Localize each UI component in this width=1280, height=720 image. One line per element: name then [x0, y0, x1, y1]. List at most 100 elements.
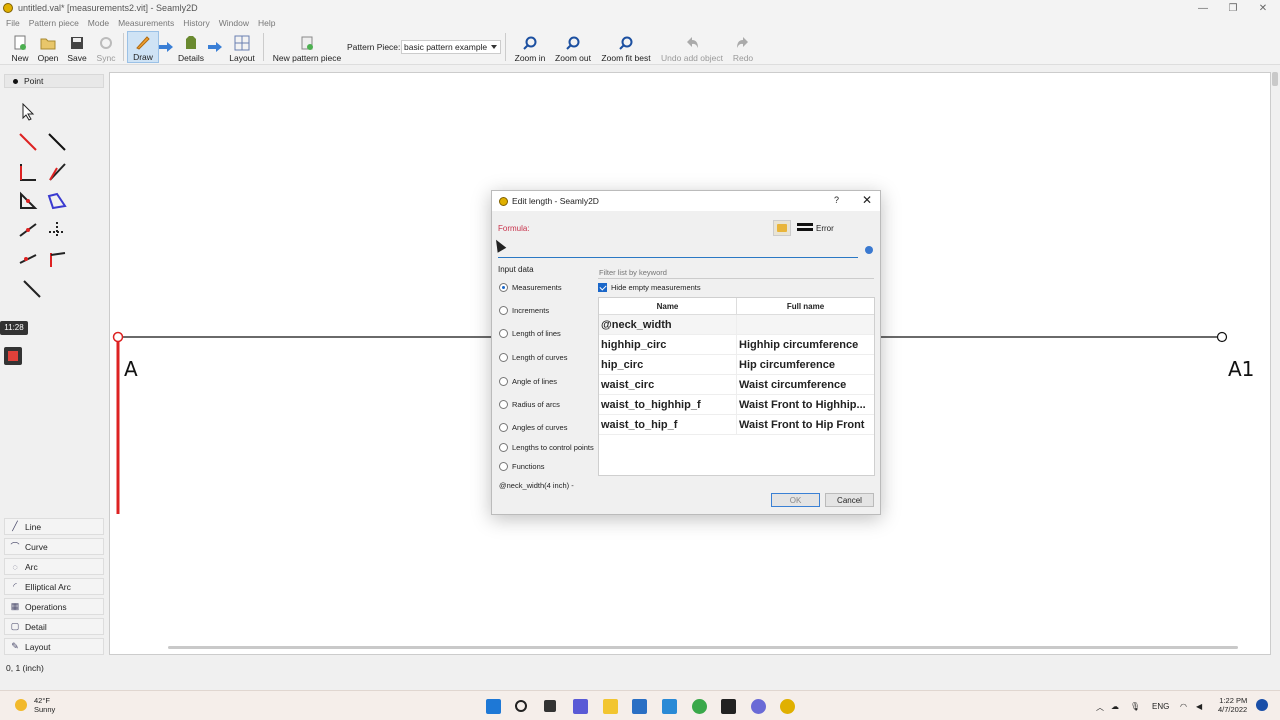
menu-measurements[interactable]: Measurements [118, 18, 174, 28]
file-explorer-icon[interactable] [603, 699, 618, 714]
menu-history[interactable]: History [183, 18, 209, 28]
table-row[interactable]: hip_circ Hip circumference [599, 355, 874, 375]
maximize-button[interactable]: ❐ [1216, 0, 1250, 16]
checkbox-checked-icon [598, 283, 607, 292]
microphone-icon[interactable]: 🎙 [1130, 702, 1140, 711]
zoom-fit-best-button[interactable]: Zoom fit best [599, 31, 653, 63]
radio-increments[interactable]: Increments [499, 306, 549, 315]
wifi-icon[interactable]: ◠ [1180, 702, 1187, 711]
filter-input[interactable] [598, 267, 874, 279]
category-elliptical-arc[interactable]: ◜ Elliptical Arc [4, 578, 104, 595]
radio-length-of-curves[interactable]: Length of curves [499, 353, 567, 362]
radio-radius-of-arcs[interactable]: Radius of arcs [499, 400, 560, 409]
menu-pattern-piece[interactable]: Pattern piece [29, 18, 79, 28]
onedrive-icon[interactable]: ☁ [1111, 702, 1119, 711]
new-pattern-piece-button[interactable]: New pattern piece [272, 31, 342, 63]
window-title: untitled.val* [measurements2.vit] - Seam… [18, 3, 198, 13]
language-indicator[interactable]: ENG [1152, 702, 1169, 711]
column-header-full-name[interactable]: Full name [737, 298, 874, 314]
redo-button[interactable]: Redo [729, 31, 757, 63]
search-icon[interactable] [515, 700, 527, 712]
weather-widget[interactable]: 42°F Sunny [34, 696, 55, 714]
sync-button[interactable]: Sync [94, 31, 118, 63]
seamly2d-taskbar-icon[interactable] [780, 699, 795, 714]
stop-recording-button[interactable] [4, 347, 22, 365]
new-button[interactable]: New [8, 31, 32, 63]
volume-icon[interactable]: ◀ [1196, 702, 1202, 711]
bisector-tool[interactable] [45, 160, 69, 184]
menu-help[interactable]: Help [258, 18, 275, 28]
line-point-tool[interactable] [16, 130, 40, 154]
triangle-tool[interactable] [16, 189, 40, 213]
formula-input[interactable] [498, 242, 858, 258]
radio-angles-of-curves[interactable]: Angles of curves [499, 423, 567, 432]
expand-formula-icon[interactable] [865, 246, 873, 254]
ok-button[interactable]: OK [771, 493, 820, 507]
chrome-icon[interactable] [692, 699, 707, 714]
details-mode-button[interactable]: Details [176, 31, 206, 63]
normal-tool[interactable] [16, 160, 40, 184]
zoom-in-button[interactable]: Zoom in [513, 31, 547, 63]
horizontal-scrollbar[interactable] [168, 646, 1238, 649]
operations-category-icon: ▦ [10, 601, 20, 611]
curve-category-icon: ⌒ [10, 542, 20, 552]
line-red-icon [19, 133, 37, 151]
intersect-tool[interactable] [16, 247, 40, 271]
column-header-name[interactable]: Name [599, 298, 737, 314]
table-row[interactable]: waist_circ Waist circumference [599, 375, 874, 395]
line-intersect-tool[interactable] [20, 277, 44, 301]
windows-start-icon[interactable] [486, 699, 501, 714]
point-a-label[interactable]: A [124, 357, 138, 381]
category-line[interactable]: ╱ Line [4, 518, 104, 535]
shoulder-point-tool[interactable] [45, 189, 69, 213]
pattern-piece-select[interactable]: basic pattern example [401, 40, 501, 54]
line-tool[interactable] [45, 130, 69, 154]
menu-file[interactable]: File [6, 18, 20, 28]
calculator-icon[interactable] [662, 699, 677, 714]
pointer-tool[interactable] [16, 100, 40, 124]
help-button[interactable]: ? [834, 195, 839, 205]
zoom-out-button[interactable]: Zoom out [553, 31, 593, 63]
category-arc[interactable]: ◌ Arc [4, 558, 104, 575]
category-curve[interactable]: ⌒ Curve [4, 538, 104, 555]
menu-window[interactable]: Window [219, 18, 249, 28]
draw-mode-button[interactable]: Draw [127, 31, 159, 63]
taskbar-clock[interactable]: 1:22 PM 4/7/2022 [1218, 696, 1247, 714]
camera-app-icon[interactable] [721, 699, 736, 714]
radio-functions[interactable]: Functions [499, 462, 545, 471]
cancel-button[interactable]: Cancel [825, 493, 874, 507]
store-icon[interactable] [632, 699, 647, 714]
dialog-close-button[interactable]: ✕ [862, 193, 872, 207]
save-button[interactable]: Save [65, 31, 89, 63]
teams-chat-icon[interactable] [573, 699, 588, 714]
close-window-button[interactable]: ✕ [1246, 0, 1280, 16]
category-detail[interactable]: ▢ Detail [4, 618, 104, 635]
axis-tool[interactable] [45, 247, 69, 271]
radio-length-of-lines[interactable]: Length of lines [499, 329, 561, 338]
task-view-icon[interactable] [544, 700, 556, 712]
notification-icon[interactable] [1256, 699, 1268, 711]
table-row[interactable]: highhip_circ Highhip circumference [599, 335, 874, 355]
show-hidden-icons-icon[interactable]: ︿ [1096, 702, 1104, 713]
minimize-button[interactable]: — [1186, 0, 1220, 16]
category-layout[interactable]: ✎ Layout [4, 638, 104, 655]
point-of-contact-tool[interactable] [16, 218, 40, 242]
radio-measurements[interactable]: Measurements [499, 283, 562, 292]
point-a1-label[interactable]: A1 [1228, 357, 1254, 381]
radio-lengths-to-control-points[interactable]: Lengths to control points [499, 443, 594, 452]
point-tools-header[interactable]: Point [4, 74, 104, 88]
radio-angle-of-lines[interactable]: Angle of lines [499, 377, 557, 386]
settings-gear-icon[interactable] [751, 699, 766, 714]
menu-mode[interactable]: Mode [88, 18, 109, 28]
table-row[interactable]: waist_to_highhip_f Waist Front to Highhi… [599, 395, 874, 415]
category-operations[interactable]: ▦ Operations [4, 598, 104, 615]
table-row[interactable]: waist_to_hip_f Waist Front to Hip Front [599, 415, 874, 435]
formula-wizard-button[interactable] [773, 220, 791, 236]
layout-mode-button[interactable]: Layout [227, 31, 257, 63]
vertical-scrollbar[interactable] [1272, 72, 1278, 86]
open-button[interactable]: Open [36, 31, 60, 63]
undo-button[interactable]: Undo add object [659, 31, 725, 63]
table-row[interactable]: @neck_width [599, 315, 874, 335]
hide-empty-checkbox[interactable]: Hide empty measurements [598, 283, 701, 292]
height-tool[interactable] [45, 218, 69, 242]
